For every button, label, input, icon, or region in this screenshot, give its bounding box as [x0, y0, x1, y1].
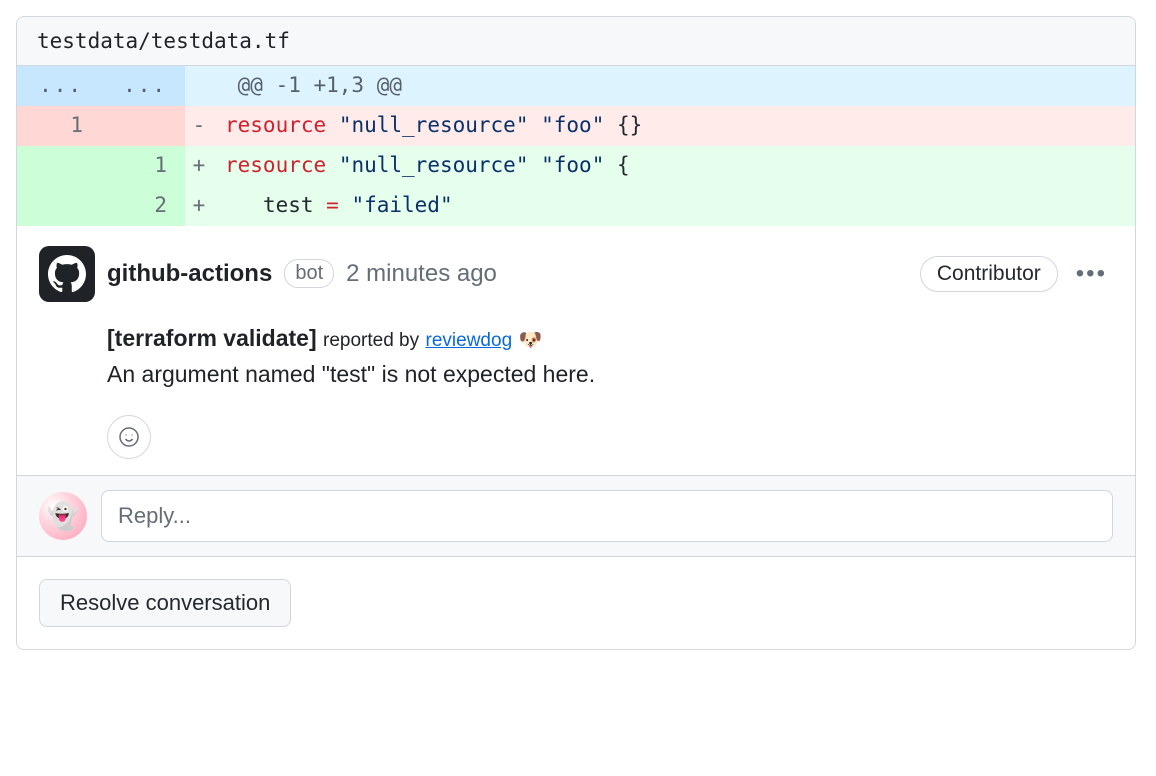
code-content: resource "null_resource" "foo" {} [213, 106, 1135, 146]
resolve-area: Resolve conversation [17, 556, 1135, 649]
comment-timestamp[interactable]: 2 minutes ago [346, 260, 497, 288]
dog-emoji-icon: 🐶 [519, 330, 543, 351]
code-content: test = "failed" [213, 186, 1135, 226]
line-number-old [17, 146, 101, 186]
bot-badge: bot [284, 259, 334, 288]
comment-header: github-actions bot 2 minutes ago Contrib… [39, 246, 1113, 302]
comment-message: An argument named "test" is not expected… [107, 356, 1113, 393]
reply-input[interactable] [101, 490, 1113, 542]
file-path[interactable]: testdata/testdata.tf [17, 17, 1135, 66]
comment-body: [terraform validate] reported by reviewd… [107, 320, 1113, 460]
diff-line-added[interactable]: 1 + resource "null_resource" "foo" { [17, 146, 1135, 186]
line-number-old [17, 186, 101, 226]
comment-actions-menu[interactable]: ••• [1070, 260, 1113, 288]
smiley-icon [117, 425, 141, 449]
diff-line-added[interactable]: 2 + test = "failed" [17, 186, 1135, 226]
line-number-old: 1 [17, 106, 101, 146]
review-thread: testdata/testdata.tf ... ... @@ -1 +1,3 … [16, 16, 1136, 650]
github-actions-avatar[interactable] [39, 246, 95, 302]
reply-area: 👻 [17, 475, 1135, 556]
diff-marker: + [185, 186, 213, 226]
add-reaction-button[interactable] [107, 415, 151, 459]
hunk-range: @@ -1 +1,3 @@ [213, 66, 1135, 106]
line-number-new: 2 [101, 186, 185, 226]
diff-marker: - [185, 106, 213, 146]
line-number-new: ... [101, 66, 185, 106]
line-number-new: 1 [101, 146, 185, 186]
diff-marker [185, 66, 213, 106]
line-number-new [101, 106, 185, 146]
review-comment: github-actions bot 2 minutes ago Contrib… [17, 226, 1135, 476]
reviewdog-link[interactable]: reviewdog [426, 330, 513, 351]
diff-hunk-header[interactable]: ... ... @@ -1 +1,3 @@ [17, 66, 1135, 106]
resolve-conversation-button[interactable]: Resolve conversation [39, 579, 291, 627]
current-user-avatar[interactable]: 👻 [39, 492, 87, 540]
line-number-old: ... [17, 66, 101, 106]
contributor-badge: Contributor [920, 256, 1058, 292]
diff-marker: + [185, 146, 213, 186]
diff-table: ... ... @@ -1 +1,3 @@ 1 - resource "null… [17, 66, 1135, 226]
comment-author[interactable]: github-actions [107, 260, 272, 288]
reported-by-label: reported by [323, 330, 419, 351]
tool-name: [terraform validate] [107, 325, 317, 351]
github-icon [48, 255, 86, 293]
diff-line-deleted[interactable]: 1 - resource "null_resource" "foo" {} [17, 106, 1135, 146]
code-content: resource "null_resource" "foo" { [213, 146, 1135, 186]
ghost-icon: 👻 [47, 501, 79, 532]
